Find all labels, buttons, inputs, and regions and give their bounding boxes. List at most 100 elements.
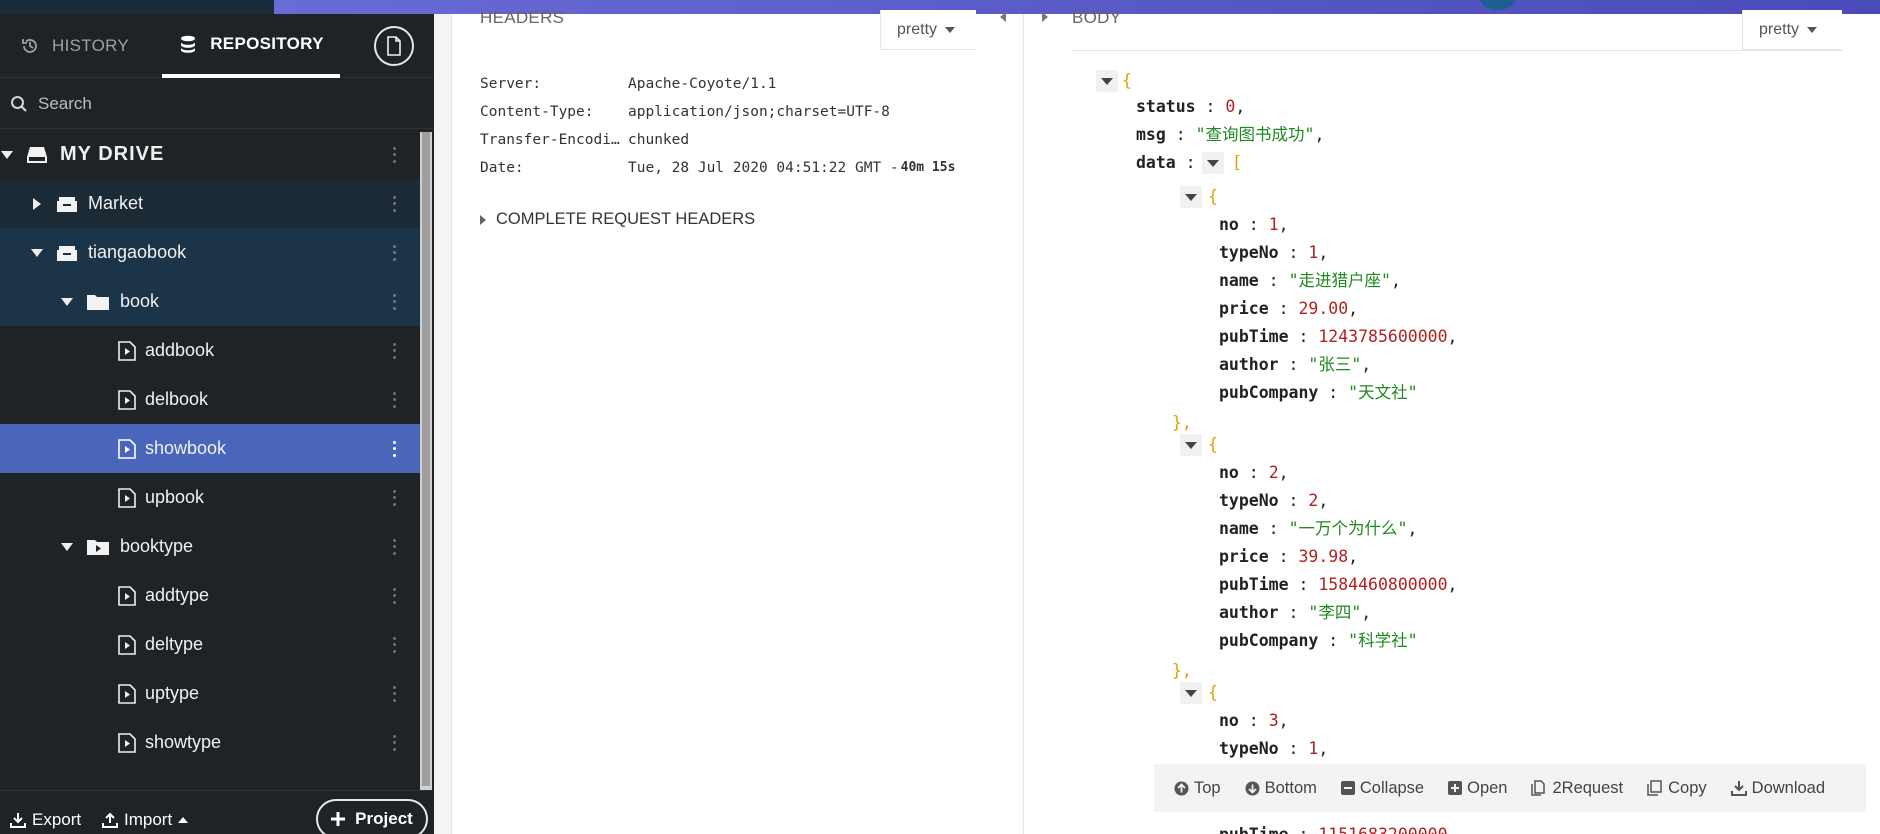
export-button[interactable]: Export xyxy=(10,791,81,834)
new-project-button[interactable]: Project xyxy=(316,799,428,834)
top-knob xyxy=(1480,0,1516,10)
tree-item-showbook[interactable]: showbook xyxy=(0,424,420,473)
header-value: Tue, 28 Jul 2020 04:51:22 GMT - xyxy=(628,160,899,176)
repository-tree: MY DRIVE Market tiangaobook book addbook… xyxy=(0,130,420,780)
json-collapse-toggle[interactable] xyxy=(1180,186,1202,208)
download-button[interactable]: Download xyxy=(1730,779,1825,798)
more-options-icon[interactable] xyxy=(392,587,396,604)
tree-item-uptype[interactable]: uptype xyxy=(0,669,420,718)
more-options-icon[interactable] xyxy=(392,685,396,702)
project-box-icon xyxy=(56,243,78,263)
request-file-icon xyxy=(118,438,136,459)
chevron-down-icon xyxy=(945,26,956,33)
drive-icon xyxy=(26,145,48,165)
top-button[interactable]: Top xyxy=(1174,779,1221,798)
more-options-icon[interactable] xyxy=(392,293,396,310)
json-line: typeNo : 2, xyxy=(1219,491,1329,510)
tab-history[interactable]: HISTORY xyxy=(20,14,129,78)
tree-label-upbook: upbook xyxy=(145,487,205,507)
more-options-icon[interactable] xyxy=(392,146,396,163)
header-key: Server: xyxy=(480,76,542,92)
tree-item-deltype[interactable]: deltype xyxy=(0,620,420,669)
scrollbar-thumb[interactable] xyxy=(422,132,430,786)
chevron-down-icon[interactable] xyxy=(60,295,74,309)
tree-label-booktype: booktype xyxy=(120,536,194,556)
import-button[interactable]: Import xyxy=(102,791,189,834)
folder-open-icon xyxy=(86,292,110,312)
tree-label-book: book xyxy=(120,291,160,311)
chevron-down-icon[interactable] xyxy=(30,246,44,260)
bottom-button[interactable]: Bottom xyxy=(1245,779,1317,798)
more-options-icon[interactable] xyxy=(392,440,396,457)
tree-scrollbar[interactable] xyxy=(420,132,432,792)
json-collapse-toggle[interactable] xyxy=(1096,70,1118,92)
new-doc-button[interactable] xyxy=(374,26,414,66)
collapse-button[interactable]: Collapse xyxy=(1340,778,1425,798)
json-line: pubTime : 1151683200000 xyxy=(1219,822,1448,834)
more-options-icon[interactable] xyxy=(392,195,396,212)
open-button[interactable]: Open xyxy=(1448,779,1507,798)
tree-item-market[interactable]: Market xyxy=(0,179,420,228)
chevron-down-icon[interactable] xyxy=(60,540,74,554)
more-options-icon[interactable] xyxy=(392,391,396,408)
complete-request-headers-toggle[interactable]: COMPLETE REQUEST HEADERS xyxy=(480,210,755,229)
request-file-icon xyxy=(118,683,136,704)
tree-item-my-drive[interactable]: MY DRIVE xyxy=(0,130,420,179)
tree-label-uptype: uptype xyxy=(145,683,200,703)
tree-label-tiangaobook: tiangaobook xyxy=(88,242,187,262)
chevron-down-icon[interactable] xyxy=(0,148,14,162)
json-toolbar: Top Bottom Collapse Open 2Request Copy D… xyxy=(1154,764,1866,812)
tree-label-deltype: deltype xyxy=(145,634,204,654)
tree-label-addbook: addbook xyxy=(145,340,215,360)
download-icon xyxy=(1730,780,1747,796)
complete-request-headers-label: COMPLETE REQUEST HEADERS xyxy=(496,210,756,228)
import-label: Import xyxy=(124,810,173,829)
tree-item-showtype[interactable]: showtype xyxy=(0,718,420,767)
json-line-status: status : 0, xyxy=(1136,97,1246,116)
collapse-label: Collapse xyxy=(1359,778,1425,797)
json-line: pubCompany : "科学社" xyxy=(1219,631,1418,650)
tree-label-my-drive: MY DRIVE xyxy=(60,143,165,165)
header-row: Transfer-Encodi… chunked xyxy=(480,132,955,160)
tree-item-book[interactable]: book xyxy=(0,277,420,326)
request-file-icon xyxy=(118,389,136,410)
header-row: Date: Tue, 28 Jul 2020 04:51:22 GMT - 40… xyxy=(480,160,955,188)
search-input[interactable] xyxy=(38,93,378,114)
json-collapse-toggle[interactable] xyxy=(1180,682,1202,704)
more-options-icon[interactable] xyxy=(392,342,396,359)
tree-item-upbook[interactable]: upbook xyxy=(0,473,420,522)
chevron-right-icon[interactable] xyxy=(30,197,44,211)
json-line: pubTime : 1243785600000, xyxy=(1219,327,1458,346)
request-file-icon xyxy=(118,732,136,753)
json-close-brace: }, xyxy=(1172,661,1192,680)
tab-repository[interactable]: REPOSITORY xyxy=(162,14,340,78)
to-request-button[interactable]: 2Request xyxy=(1531,779,1623,798)
copy-icon xyxy=(1647,780,1663,796)
header-value: Apache-Coyote/1.1 xyxy=(628,76,777,92)
tree-item-addtype[interactable]: addtype xyxy=(0,571,420,620)
json-line: no : 3, xyxy=(1219,711,1289,730)
more-options-icon[interactable] xyxy=(392,489,396,506)
more-options-icon[interactable] xyxy=(392,636,396,653)
json-open-brace: { xyxy=(1208,683,1218,702)
tree-item-tiangaobook[interactable]: tiangaobook xyxy=(0,228,420,277)
tree-item-delbook[interactable]: delbook xyxy=(0,375,420,424)
more-options-icon[interactable] xyxy=(392,244,396,261)
tree-item-addbook[interactable]: addbook xyxy=(0,326,420,375)
more-options-icon[interactable] xyxy=(392,734,396,751)
headers-title: HEADERS xyxy=(480,8,565,27)
header-key: Date: xyxy=(480,160,524,176)
more-options-icon[interactable] xyxy=(392,538,396,555)
tree-item-booktype[interactable]: booktype xyxy=(0,522,420,571)
copy-button[interactable]: Copy xyxy=(1647,779,1707,798)
arrow-down-circle-icon xyxy=(1245,781,1260,796)
json-open-brace: { xyxy=(1122,71,1132,90)
tree-label-addtype: addtype xyxy=(145,585,210,605)
json-collapse-toggle[interactable] xyxy=(1180,434,1202,456)
json-collapse-toggle[interactable] xyxy=(1202,152,1224,174)
sidebar: HISTORY REPOSITORY MY DRIVE xyxy=(0,14,434,834)
tab-repository-label: REPOSITORY xyxy=(210,34,324,53)
collapse-left-icon[interactable] xyxy=(1000,12,1006,22)
headers-format-select[interactable]: pretty xyxy=(880,10,976,50)
json-open-brace: { xyxy=(1208,187,1218,206)
